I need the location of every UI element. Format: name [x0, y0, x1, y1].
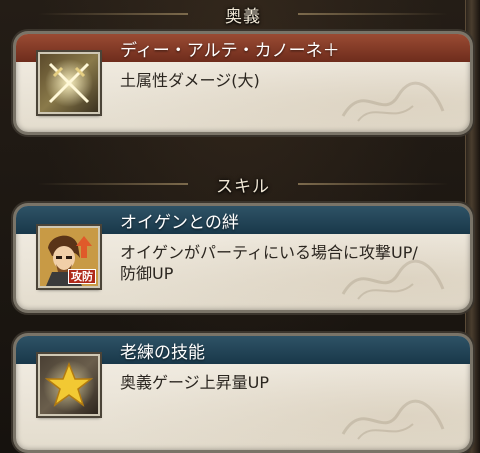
divider — [298, 13, 448, 15]
skill-name: 老練の技能 — [120, 342, 205, 363]
skill-card[interactable]: オイゲンとの絆 オイゲンがパーティにいる場合に攻撃UP/ 防御UP 攻防 — [16, 206, 470, 310]
divider — [38, 13, 188, 15]
ornament-decoration — [341, 259, 445, 300]
divider — [298, 183, 448, 185]
ornament-decoration — [341, 399, 445, 440]
skill-card[interactable]: 老練の技能 奥義ゲージ上昇量UP — [16, 336, 470, 450]
attack-defense-badge: 攻防 — [68, 269, 96, 284]
crossed-swords-icon — [38, 52, 100, 114]
section-title: スキル — [216, 176, 270, 197]
section-title: 奥義 — [225, 6, 261, 27]
character-portrait-icon: 攻防 — [38, 226, 100, 288]
skill-name: オイゲンとの絆 — [120, 212, 239, 233]
star-icon — [38, 354, 100, 416]
section-header-ougi: 奥義 — [28, 2, 458, 27]
skill-description: 奥義ゲージ上昇量UP — [120, 372, 456, 393]
ougi-card[interactable]: ディー・アルテ・カノーネ＋ 土属性ダメージ(大) — [16, 34, 470, 132]
ougi-name: ディー・アルテ・カノーネ＋ — [120, 40, 340, 61]
section-header-skill: スキル — [28, 172, 458, 197]
divider — [38, 183, 188, 185]
ornament-decoration — [341, 81, 445, 122]
skill-description-line: 奥義ゲージ上昇量UP — [120, 373, 270, 392]
